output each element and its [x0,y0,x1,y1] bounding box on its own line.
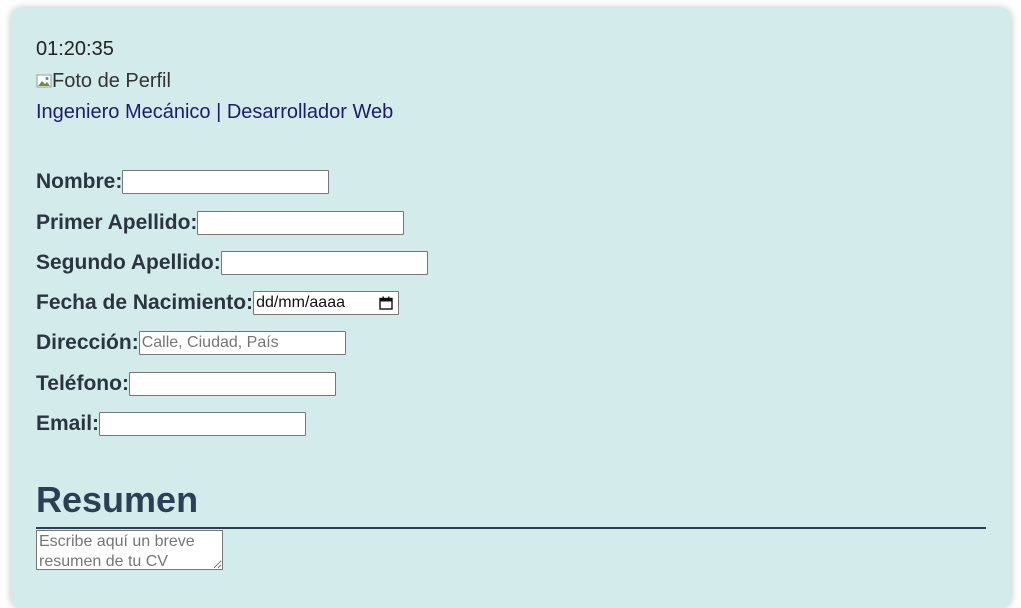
resumen-textarea[interactable] [36,530,223,570]
fecha-nacimiento-row: Fecha de Nacimiento: dd/mm/aaaa [36,290,400,316]
segundo-apellido-label: Segundo Apellido: [36,251,221,274]
fecha-nacimiento-value: dd/mm/aaaa [256,294,345,311]
resumen-heading: Resumen [36,479,199,520]
email-row: Email: [36,411,307,437]
nombre-row: Nombre: [36,169,330,195]
direccion-row: Dirección: [36,330,346,356]
profile-card: 01:20:35 Foto de Perfil Ingeniero Mecáni… [11,8,1011,608]
telefono-label: Teléfono: [36,372,129,395]
calendar-icon[interactable] [379,296,393,310]
resumen-divider [36,527,986,529]
broken-image-icon [36,73,52,89]
telefono-row: Teléfono: [36,371,336,397]
direccion-input[interactable] [138,331,346,355]
profession-text: Ingeniero Mecánico | Desarrollador Web [36,101,394,123]
email-input[interactable] [99,412,307,436]
profile-photo-alt-text: Foto de Perfil [52,70,171,92]
nombre-label: Nombre: [36,170,123,193]
fecha-nacimiento-label: Fecha de Nacimiento: [36,291,254,314]
telefono-input[interactable] [128,372,336,396]
clock-display: 01:20:35 [36,38,114,60]
primer-apellido-row: Primer Apellido: [36,210,405,236]
fecha-nacimiento-input[interactable]: dd/mm/aaaa [253,291,400,315]
nombre-input[interactable] [122,170,330,194]
segundo-apellido-input[interactable] [220,251,428,275]
segundo-apellido-row: Segundo Apellido: [36,250,428,276]
primer-apellido-label: Primer Apellido: [36,211,198,234]
direccion-label: Dirección: [36,331,139,354]
email-label: Email: [36,412,100,435]
profile-photo: Foto de Perfil [36,70,173,92]
primer-apellido-input[interactable] [197,211,405,235]
